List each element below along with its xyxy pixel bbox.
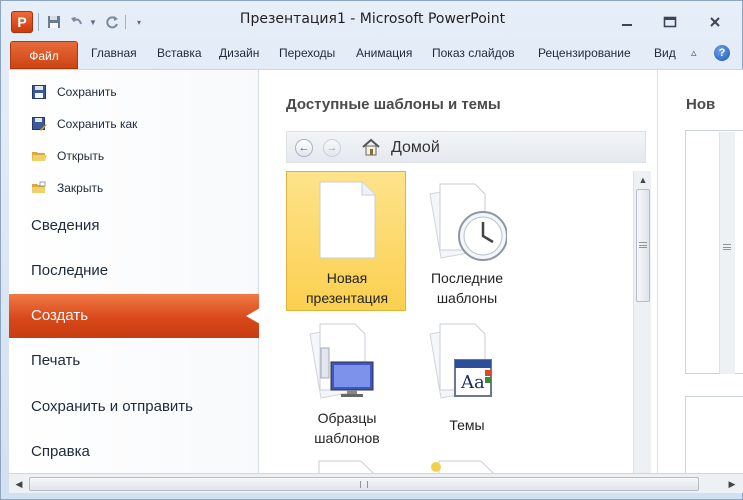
home-icon[interactable] — [361, 138, 381, 159]
sample-templates-icon — [309, 323, 374, 399]
command-close-label: Закрыть — [57, 181, 104, 195]
forward-arrow-icon[interactable]: → — [323, 139, 341, 157]
nav-new[interactable]: Создать — [9, 294, 260, 338]
tab-slideshow[interactable]: Показ слайдов — [432, 46, 515, 60]
minimize-ribbon-icon[interactable]: ▵ — [691, 46, 697, 59]
horizontal-scrollbar[interactable]: ◀ ▶ — [9, 473, 743, 493]
command-save[interactable]: Сохранить — [31, 81, 117, 103]
preview-scrollbar[interactable] — [719, 132, 735, 374]
templates-scrollbar[interactable]: ▲ — [633, 171, 651, 474]
save-as-icon — [31, 116, 47, 132]
templates-pane: Доступные шаблоны и темы ← → Домой Новая… — [259, 70, 657, 474]
svg-text:Aa: Aa — [460, 372, 485, 393]
themes-icon: Aa — [429, 323, 492, 399]
close-folder-icon — [31, 180, 47, 196]
tile-recent-templates-label: Последние шаблоны — [430, 270, 503, 306]
blank-document-icon — [319, 181, 376, 259]
tab-transitions[interactable]: Переходы — [279, 46, 335, 60]
templates-grid: Новая презентация Последние шаблоны Обра… — [286, 171, 628, 474]
save-icon — [31, 84, 47, 100]
nav-help[interactable]: Справка — [9, 430, 259, 474]
tab-design[interactable]: Дизайн — [219, 46, 259, 60]
partial-template-icon-2 — [431, 460, 495, 474]
ribbon-tabs: Файл Главная Вставка Дизайн Переходы Ани… — [1, 39, 743, 69]
horizontal-scroll-thumb[interactable] — [29, 477, 699, 491]
tab-insert[interactable]: Вставка — [157, 46, 202, 60]
open-folder-icon — [31, 148, 47, 164]
preview-button-area[interactable] — [685, 396, 743, 474]
grip-icon — [723, 244, 731, 250]
scroll-left-icon[interactable]: ◀ — [12, 477, 26, 491]
command-close[interactable]: Закрыть — [31, 177, 103, 199]
preview-pane: Нов — [657, 70, 743, 474]
command-open-label: Открыть — [57, 149, 105, 163]
tile-recent-templates[interactable]: Последние шаблоны — [406, 171, 526, 311]
templates-heading: Доступные шаблоны и темы — [286, 96, 501, 113]
tile-themes-label: Темы — [449, 417, 485, 433]
tile-sample-templates[interactable]: Образцы шаблонов — [286, 311, 406, 451]
command-save-label: Сохранить — [57, 85, 117, 99]
scroll-up-icon[interactable]: ▲ — [634, 172, 652, 188]
tab-home[interactable]: Главная — [91, 46, 137, 60]
tile-themes[interactable]: Aa Темы — [406, 311, 526, 451]
recent-templates-clock-icon — [429, 183, 507, 261]
breadcrumb-home[interactable]: Домой — [391, 139, 440, 157]
close-window-icon[interactable] — [701, 12, 729, 32]
command-save-as[interactable]: Сохранить как — [31, 113, 137, 135]
templates-scroll-thumb[interactable] — [636, 189, 650, 302]
tab-review[interactable]: Рецензирование — [538, 46, 631, 60]
tab-file[interactable]: Файл — [10, 41, 78, 69]
maximize-icon[interactable] — [656, 12, 684, 32]
back-arrow-icon[interactable]: ← — [295, 139, 313, 157]
title-bar: P ▼ ▾ Презентация1 - Microsoft PowerPoin… — [1, 1, 743, 41]
preview-heading: Нов — [686, 96, 716, 113]
nav-save-send[interactable]: Сохранить и отправить — [9, 385, 259, 429]
tab-view[interactable]: Вид — [654, 46, 676, 60]
nav-info[interactable]: Сведения — [9, 204, 259, 248]
partial-template-icon — [318, 460, 375, 474]
grip-icon — [639, 242, 647, 248]
tile-new-presentation-label: Новая презентация — [305, 270, 389, 306]
help-icon[interactable]: ? — [714, 45, 730, 61]
nav-recent[interactable]: Последние — [9, 249, 259, 293]
tile-sample-templates-label: Образцы шаблонов — [314, 410, 380, 446]
nav-print[interactable]: Печать — [9, 339, 259, 383]
command-open[interactable]: Открыть — [31, 145, 104, 167]
grip-icon — [360, 481, 368, 488]
tab-animation[interactable]: Анимация — [356, 46, 412, 60]
scroll-right-icon[interactable]: ▶ — [725, 477, 739, 491]
powerpoint-window: P ▼ ▾ Презентация1 - Microsoft PowerPoin… — [0, 0, 743, 500]
minimize-icon[interactable] — [613, 12, 641, 32]
command-save-as-label: Сохранить как — [57, 117, 138, 131]
backstage-view: Сохранить Сохранить как Открыть Закрыть — [9, 69, 743, 474]
backstage-nav: Сохранить Сохранить как Открыть Закрыть — [9, 70, 260, 474]
tile-new-presentation[interactable]: Новая презентация — [286, 171, 406, 311]
breadcrumb: ← → Домой — [286, 131, 646, 163]
